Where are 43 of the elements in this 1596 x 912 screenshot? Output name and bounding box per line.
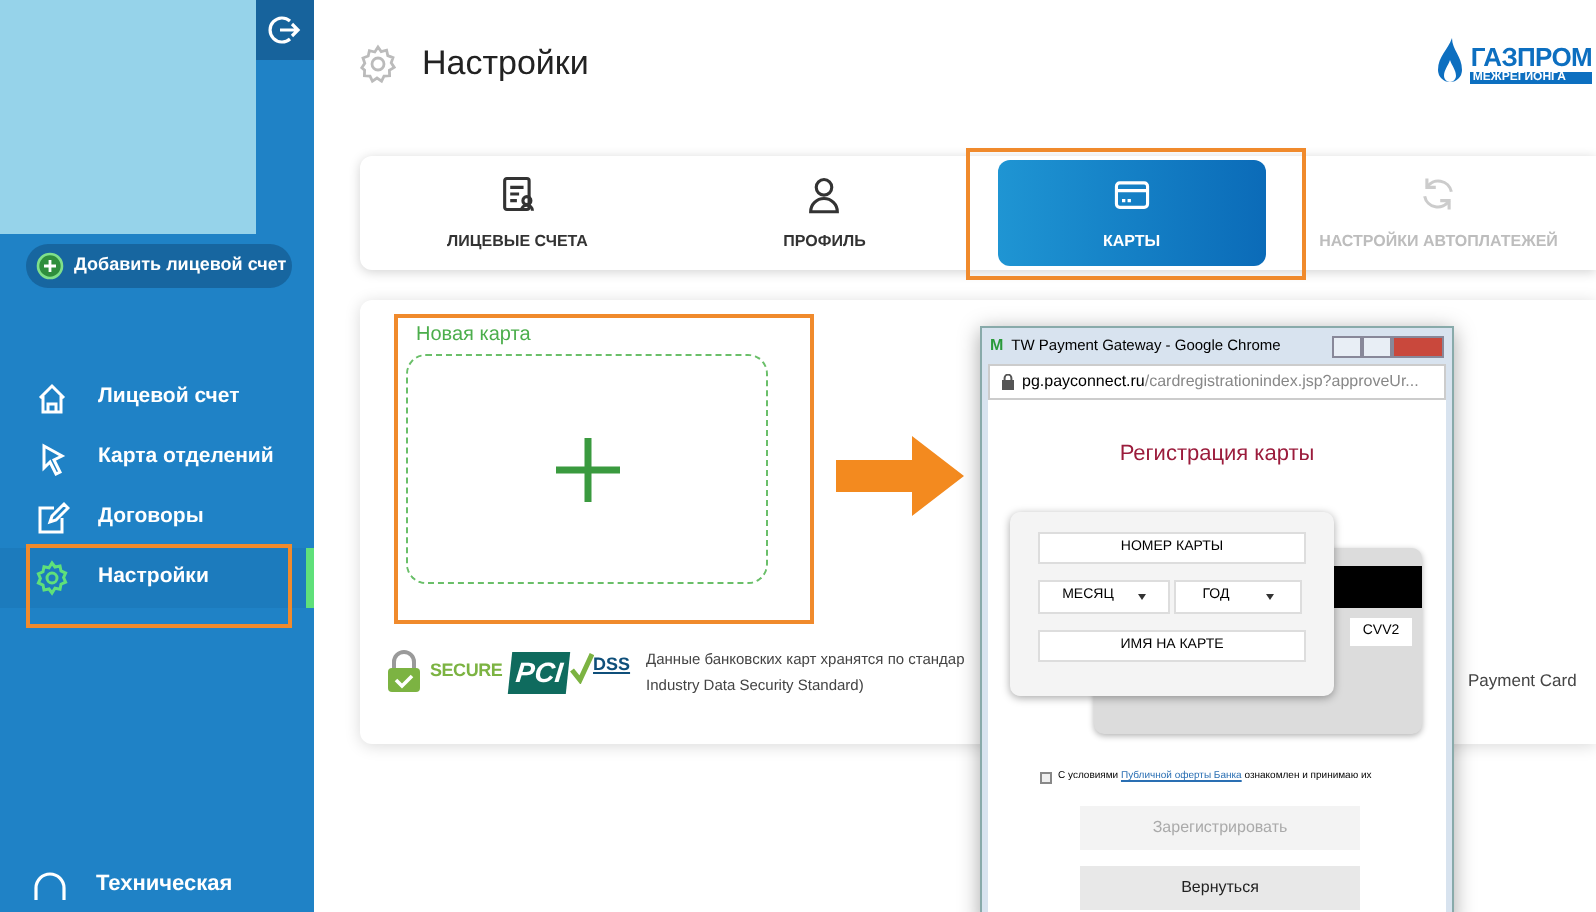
home-icon [34,380,70,416]
terms-checkbox[interactable] [1040,771,1052,784]
plus-circle-icon [36,252,64,280]
add-account-button[interactable]: Добавить лицевой счет [26,244,292,288]
plus-icon [553,435,621,503]
nav-item[interactable]: Лицевой счет [0,368,314,428]
url-text: pg.payconnect.ru/cardregistrationindex.jsp?approveUr... [1022,370,1419,394]
refresh-icon [1418,173,1459,213]
new-card-label: Новая карта [416,322,533,350]
form-heading: Регистрация карты [1117,440,1317,470]
close-button[interactable] [1392,335,1444,357]
security-text: Payment Card [1468,668,1577,694]
tab[interactable]: ЛИЦЕВЫЕ СЧЕТА [364,160,671,266]
minimize-button[interactable] [1332,335,1362,357]
pci-logo: PCI [508,651,572,693]
edit-icon [34,500,70,536]
dropdown-icon [1265,594,1274,600]
support-item[interactable]: Техническая [96,868,233,912]
add-card-button[interactable] [406,354,768,584]
user-icon [804,173,845,213]
nav-item[interactable]: Настройки [0,548,314,608]
back-button[interactable]: Вернуться [1080,866,1360,910]
dropdown-icon [1137,594,1146,600]
settings-icon [34,560,70,596]
secure-label: SECURE [430,658,503,685]
lock-icon [1002,374,1014,390]
logo-wordmark: ГАЗПРОМ [1470,44,1592,70]
nav-item[interactable]: Карта отделений [0,428,314,488]
settings-icon [358,44,398,84]
lock-icon [386,650,422,694]
logout-icon[interactable] [266,12,302,48]
document-icon [497,173,538,213]
active-indicator [306,548,314,608]
app-icon: M [990,334,1004,358]
tab[interactable]: ПРОФИЛЬ [671,160,978,266]
dss-label: DSS [593,651,631,677]
page-title: Настройки [422,42,589,87]
nav-item[interactable]: Договоры [0,488,314,548]
maximize-button[interactable] [1362,335,1392,357]
tab[interactable]: КАРТЫ [998,160,1265,266]
address-bar[interactable]: pg.payconnect.ru/cardregistrationindex.jsp?approveUr... [988,364,1446,400]
arrow-icon [836,436,964,516]
check-icon [569,651,594,683]
